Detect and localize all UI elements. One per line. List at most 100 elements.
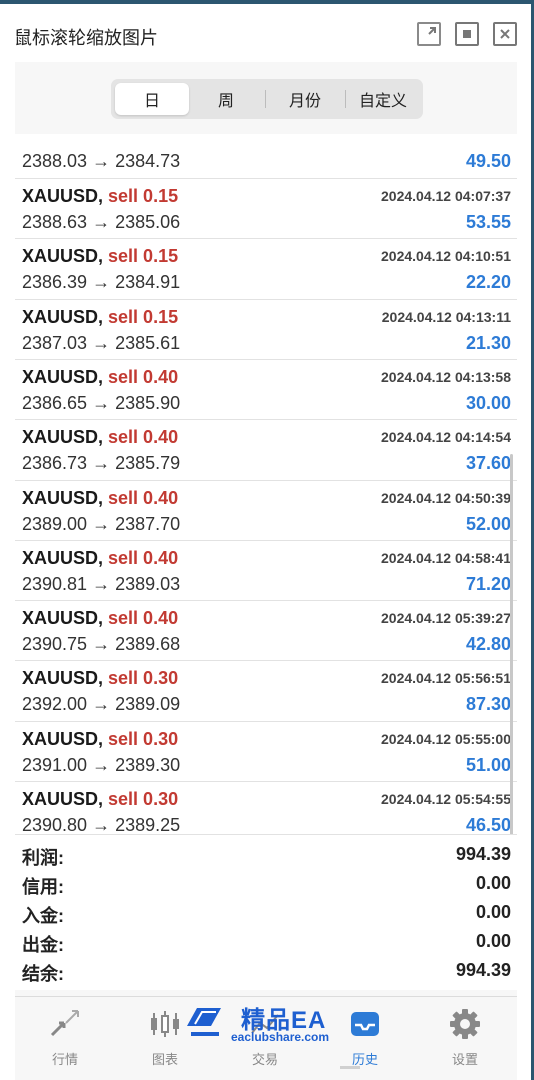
trade-row[interactable]: XAUUSD, sell 0.15 2024.04.12 04:10:51 2386… — [15, 238, 517, 298]
period-tabs-bar: 日 周 月份 自定义 — [15, 62, 517, 134]
trade-profit: 51.00 — [465, 754, 511, 775]
trade-profit: 30.00 — [465, 392, 511, 413]
trade-symbol: XAUUSD, sell 0.40 — [22, 367, 178, 388]
popout-button[interactable] — [417, 22, 441, 46]
trade-price: 2386.39 → 2384.91 — [22, 272, 181, 293]
trade-side: sell 0.40 — [108, 547, 179, 568]
trade-profit: 53.55 — [465, 212, 511, 232]
trade-symbol-text: XAUUSD, — [22, 487, 104, 508]
trade-time: 2024.04.12 05:54:55 — [381, 791, 511, 807]
trade-symbol: XAUUSD, sell 0.15 — [22, 186, 178, 207]
external-link-icon — [428, 27, 436, 35]
fit-button[interactable] — [455, 22, 479, 46]
tab-week[interactable]: 周 — [191, 83, 261, 115]
trade-profit: 42.80 — [465, 634, 511, 655]
candlestick-chart-icon — [151, 1011, 179, 1037]
trade-symbol-text: XAUUSD, — [22, 246, 104, 267]
trade-side: sell 0.40 — [108, 608, 179, 629]
trade-symbol-text: XAUUSD, — [22, 668, 104, 689]
trade-symbol-text: XAUUSD, — [22, 547, 104, 568]
summary-withdrawal-label: 出金: — [22, 935, 64, 955]
watermark-logo-icon — [187, 1008, 221, 1036]
trade-symbol-text: XAUUSD, — [22, 728, 104, 749]
trade-row[interactable]: XAUUSD, sell 0.40 2024.04.12 04:13:58 2386… — [15, 358, 517, 419]
trade-side: sell 0.30 — [108, 789, 179, 809]
trade-row[interactable]: XAUUSD, sell 0.40 2024.04.12 05:39:27 2390… — [15, 600, 517, 660]
summary-credit-label: 信用: — [22, 877, 64, 897]
account-summary: 利润: 994.39 信用: 0.00 入金: 0.00 出金: 0.00 结余… — [15, 834, 517, 990]
trade-symbol: XAUUSD, sell 0.40 — [22, 488, 178, 509]
trade-time: 2024.04.12 04:07:37 — [381, 188, 511, 204]
trade-profit: 37.60 — [465, 453, 511, 474]
trade-price: 2390.75 → 2389.68 — [22, 634, 181, 655]
trade-price: 2386.65 → 2385.90 — [22, 392, 181, 413]
trade-row[interactable]: XAUUSD, sell 0.40 2024.04.12 04:50:39 2389… — [15, 479, 517, 540]
summary-credit-value: 0.00 — [475, 873, 511, 893]
trade-row[interactable]: XAUUSD, sell 0.15 2024.04.12 04:07:37 2388… — [15, 178, 517, 238]
trade-profit: 46.50 — [465, 815, 511, 835]
trade-time: 2024.04.12 05:56:51 — [381, 670, 511, 687]
trade-time: 2024.04.12 05:55:00 — [381, 730, 511, 747]
tab-custom[interactable]: 自定义 — [347, 83, 419, 115]
trade-symbol-text: XAUUSD, — [22, 366, 104, 387]
summary-profit-row: 利润: 994.39 — [15, 841, 517, 870]
nav-settings[interactable]: 设置 — [415, 1003, 515, 1073]
trade-row[interactable]: XAUUSD, sell 0.30 2024.04.12 05:54:55 2390… — [15, 781, 517, 841]
summary-withdrawal-row: 出金: 0.00 — [15, 928, 517, 957]
summary-deposit-value: 0.00 — [475, 902, 511, 922]
trade-profit: 71.20 — [465, 573, 511, 594]
scrollbar[interactable] — [510, 454, 513, 854]
trade-price: 2386.73 → 2385.79 — [22, 453, 181, 474]
trade-symbol: XAUUSD, sell 0.15 — [22, 307, 178, 328]
summary-profit-value: 994.39 — [455, 844, 511, 864]
trade-price: 2388.03 → 2384.73 — [22, 151, 181, 171]
trade-row-partial[interactable]: 2388.03 → 2384.73 49.50 — [15, 134, 517, 178]
summary-deposit-row: 入金: 0.00 — [15, 899, 517, 928]
trade-symbol: XAUUSD, sell 0.30 — [22, 789, 178, 810]
nav-label: 交易 — [251, 1052, 278, 1067]
trade-side: sell 0.15 — [108, 186, 179, 206]
trade-time: 2024.04.12 04:14:54 — [381, 429, 511, 446]
trade-symbol-text: XAUUSD, — [22, 608, 104, 629]
trade-row[interactable]: XAUUSD, sell 0.30 2024.04.12 05:56:51 2392… — [15, 660, 517, 720]
trade-profit: 87.30 — [465, 694, 511, 715]
trade-symbol: XAUUSD, sell 0.15 — [22, 246, 178, 267]
summary-withdrawal-value: 0.00 — [475, 931, 511, 951]
nav-label: 图表 — [151, 1052, 178, 1067]
trade-profit: 21.30 — [465, 332, 511, 353]
trade-history-list[interactable]: 2388.03 → 2384.73 49.50 XAUUSD, sell 0.1… — [15, 134, 517, 894]
quotes-arrows-icon — [50, 1010, 79, 1037]
nav-label: 设置 — [451, 1052, 478, 1067]
trade-symbol: XAUUSD, sell 0.30 — [22, 729, 178, 750]
nav-quotes[interactable]: 行情 — [15, 1003, 115, 1073]
app-screen: 日 周 月份 自定义 2388.03 → 2384.73 49.50 XAUUS… — [15, 62, 517, 1080]
trade-side: sell 0.30 — [108, 728, 179, 749]
trade-price: 2390.81 → 2389.03 — [22, 573, 181, 594]
trade-time: 2024.04.12 05:39:27 — [381, 610, 511, 627]
trade-symbol-text: XAUUSD, — [22, 306, 104, 327]
trade-price: 2389.00 → 2387.70 — [22, 513, 181, 534]
trade-side: sell 0.40 — [108, 366, 179, 387]
trade-time: 2024.04.12 04:13:11 — [381, 308, 511, 325]
tab-divider — [345, 90, 346, 108]
watermark-url: eaclubshare.com — [231, 1030, 330, 1044]
trade-row[interactable]: XAUUSD, sell 0.30 2024.04.12 05:55:00 2391… — [15, 720, 517, 781]
trade-row[interactable]: XAUUSD, sell 0.40 2024.04.12 04:14:54 2386… — [15, 419, 517, 479]
gear-icon — [450, 1009, 480, 1039]
home-indicator — [340, 1066, 360, 1069]
trade-price: 2390.80 → 2389.25 — [22, 815, 181, 835]
tab-day[interactable]: 日 — [115, 83, 189, 115]
nav-label: 行情 — [51, 1052, 78, 1067]
trade-symbol: XAUUSD, sell 0.40 — [22, 608, 178, 629]
trade-price: 2392.00 → 2389.09 — [22, 694, 181, 715]
trade-row[interactable]: XAUUSD, sell 0.40 2024.04.12 04:58:41 2390… — [15, 539, 517, 600]
summary-credit-row: 信用: 0.00 — [15, 870, 517, 899]
trade-time: 2024.04.12 04:10:51 — [381, 248, 511, 265]
fit-window-icon — [463, 30, 471, 38]
tab-month[interactable]: 月份 — [267, 83, 343, 115]
close-button[interactable] — [493, 22, 517, 46]
trade-row[interactable]: XAUUSD, sell 0.15 2024.04.12 04:13:11 2387… — [15, 298, 517, 359]
trade-side: sell 0.15 — [108, 306, 179, 327]
tab-divider — [265, 90, 266, 108]
summary-balance-value: 994.39 — [455, 960, 511, 980]
